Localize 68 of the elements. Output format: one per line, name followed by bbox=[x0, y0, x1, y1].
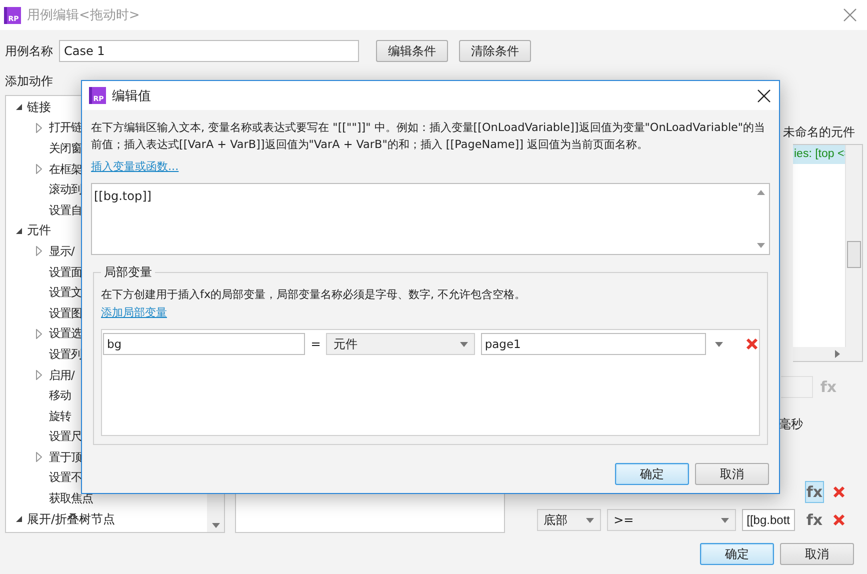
value-editor[interactable]: [[bg.top]] bbox=[91, 183, 770, 255]
insert-variable-link[interactable]: 插入变量或函数... bbox=[91, 159, 179, 174]
tree-item[interactable]: 显示/ bbox=[49, 244, 75, 259]
add-variable-link[interactable]: 添加局部变量 bbox=[101, 305, 167, 320]
tree-item[interactable]: 链接 bbox=[27, 98, 51, 116]
tree-item[interactable]: 元件 bbox=[27, 222, 51, 240]
caret-icon bbox=[460, 342, 468, 346]
scroll-down-icon[interactable] bbox=[756, 243, 764, 248]
property-dropdown[interactable]: 底部 bbox=[536, 509, 601, 531]
dialog-button[interactable]: 取消 bbox=[695, 463, 769, 485]
case-name-field[interactable]: Case 1 bbox=[59, 40, 359, 62]
case-name-label: 用例名称 bbox=[5, 42, 53, 60]
value-field[interactable]: [[bg.bott bbox=[742, 509, 795, 531]
tree-item[interactable]: 旋转 bbox=[49, 408, 71, 424]
window-title: 用例编辑<拖动时> bbox=[27, 7, 141, 24]
expand-icon[interactable] bbox=[36, 328, 42, 339]
delete-icon[interactable] bbox=[746, 338, 758, 350]
tree-item[interactable]: 在框架 bbox=[49, 162, 82, 177]
tree-item[interactable]: 设置面 bbox=[49, 264, 82, 280]
caret-icon bbox=[212, 523, 220, 528]
fx-button[interactable]: fx bbox=[805, 509, 824, 531]
tree-item[interactable]: 设置不 bbox=[49, 470, 82, 486]
scroll-up-icon[interactable] bbox=[756, 190, 764, 195]
tree-item[interactable]: 打开链 bbox=[49, 120, 82, 136]
tree-item[interactable]: 关闭窗 bbox=[49, 140, 82, 156]
caret-icon bbox=[586, 518, 594, 522]
scrollbar[interactable] bbox=[793, 347, 862, 361]
collapse-icon[interactable] bbox=[15, 226, 23, 235]
tree-item[interactable]: 设置文 bbox=[49, 285, 82, 300]
condition-button[interactable]: 清除条件 bbox=[459, 40, 531, 62]
dialog-button[interactable]: 确定 bbox=[700, 543, 774, 565]
tree-item[interactable]: 展开/折叠树节点 bbox=[27, 510, 116, 528]
delete-icon[interactable] bbox=[833, 514, 845, 526]
caret-icon bbox=[715, 342, 724, 346]
hint-text: 在下方创建用于插入fx的局部变量，局部变量名称必须是字母、数字, 不允许包含空格。 bbox=[101, 287, 527, 302]
expand-icon[interactable] bbox=[36, 122, 42, 133]
condition-button[interactable]: 编辑条件 bbox=[376, 40, 448, 62]
tree-item[interactable]: 设置自 bbox=[49, 202, 82, 218]
variable-name-field[interactable]: bg bbox=[103, 333, 306, 355]
type-dropdown[interactable]: 元件 bbox=[326, 333, 475, 355]
fx-button[interactable]: fx bbox=[805, 481, 824, 503]
equals-sign: = bbox=[310, 337, 322, 351]
close-icon[interactable] bbox=[757, 88, 771, 102]
dialog-button[interactable]: 确定 bbox=[615, 463, 689, 485]
dialog-button[interactable]: 取消 bbox=[780, 543, 854, 565]
target-label: 未命名的元件 bbox=[783, 124, 855, 141]
instructions-text: 在下方编辑区输入文本, 变量名称或表达式要写在 "[[""]]" 中。例如：插入变量[[OnLoadVariable]]返回值为变量"OnLoadVariable"的当前值；插入表达式[[VarA + VarB]]返回值为"VarA + VarB"的和；插入 [[PageName]] 返回值为当前页面名称。 bbox=[91, 120, 766, 153]
operator-dropdown[interactable]: >= bbox=[606, 509, 736, 531]
dialog-title: 编辑值 bbox=[112, 88, 152, 104]
tree-item[interactable]: 启用/ bbox=[49, 368, 75, 383]
scrollbar[interactable] bbox=[845, 145, 862, 347]
scroll-right-icon[interactable] bbox=[835, 350, 840, 358]
target-field[interactable]: page1 bbox=[480, 333, 706, 355]
delete-icon[interactable] bbox=[833, 486, 845, 498]
group-legend: 局部变量 bbox=[101, 264, 155, 281]
expand-icon[interactable] bbox=[36, 246, 42, 256]
collapse-icon[interactable] bbox=[15, 515, 23, 524]
tree-item[interactable]: 移动 bbox=[49, 388, 71, 404]
expand-icon[interactable] bbox=[36, 164, 42, 174]
expand-icon[interactable] bbox=[36, 370, 42, 380]
expand-icon[interactable] bbox=[36, 452, 42, 462]
collapse-icon[interactable] bbox=[15, 103, 23, 112]
section-label: 添加动作 bbox=[5, 74, 53, 88]
tree-item[interactable]: 设置尺 bbox=[49, 429, 82, 444]
caret-icon bbox=[720, 518, 729, 522]
tree-item[interactable]: 置于顶 bbox=[49, 450, 82, 465]
unit-label: 毫秒 bbox=[779, 416, 804, 433]
scrollbar[interactable] bbox=[207, 494, 224, 532]
